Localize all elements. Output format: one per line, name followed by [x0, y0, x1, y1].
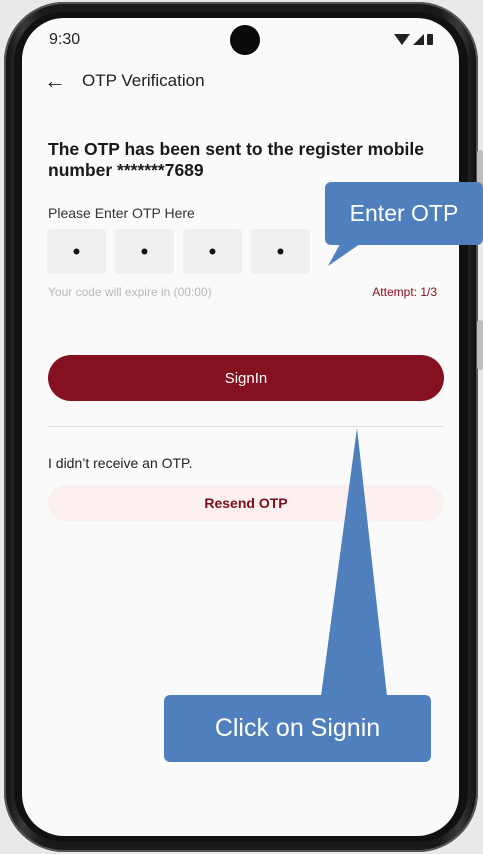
enter-otp-pointer	[328, 244, 360, 266]
click-signin-callout: Click on Signin	[164, 695, 431, 762]
signin-pointer	[321, 428, 387, 696]
enter-otp-callout: Enter OTP	[325, 182, 483, 245]
